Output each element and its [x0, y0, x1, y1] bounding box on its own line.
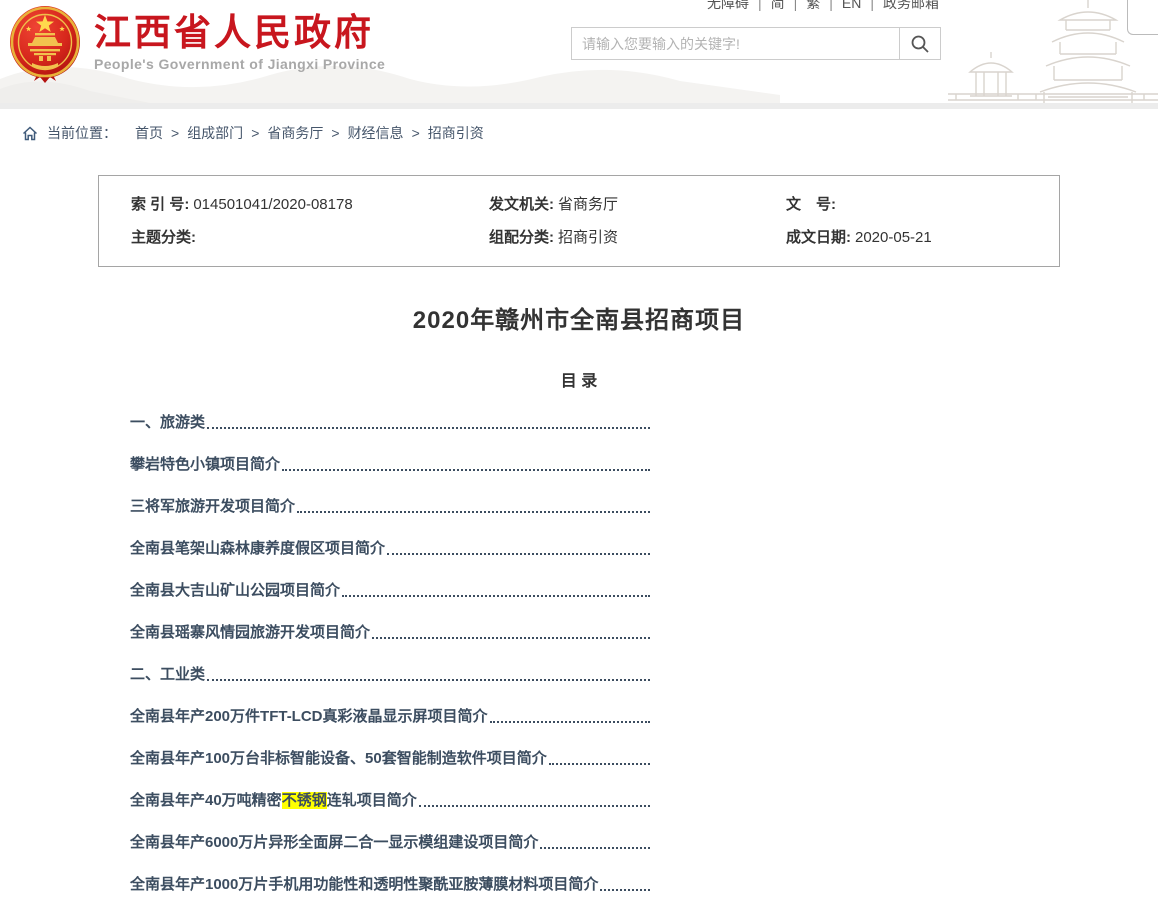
toc-item: 全南县年产1000万片手机用功能性和透明性聚酰亚胺薄膜材料项目简介	[130, 876, 652, 893]
top-link-simplified[interactable]: 简	[771, 0, 785, 13]
meta-field-issuing-agency: 发文机关:省商务厅	[489, 196, 786, 213]
national-emblem-icon	[8, 5, 82, 83]
meta-field-doc-number: 文 号:	[786, 196, 1059, 213]
toc-list: 一、旅游类攀岩特色小镇项目简介三将军旅游开发项目简介全南县笔架山森林康养度假区项…	[130, 414, 652, 893]
document-content: 索 引 号:014501041/2020-08178 发文机关:省商务厅 文 号…	[98, 175, 1060, 893]
toc-dot-leader	[372, 637, 650, 639]
toc-item-text: 全南县年产40万吨精密不锈钢连轧项目简介	[130, 792, 417, 809]
toc-item-text: 全南县年产200万件TFT-LCD真彩液晶显示屏项目简介	[130, 708, 488, 725]
toc-item-text: 攀岩特色小镇项目简介	[130, 456, 280, 473]
toc-dot-leader	[549, 763, 650, 765]
breadcrumb: 当前位置： 首页 组成部门 省商务厅 财经信息 招商引资	[0, 109, 1158, 142]
search-button[interactable]	[899, 28, 940, 59]
site-header: 江西省人民政府 People's Government of Jiangxi P…	[0, 0, 1158, 103]
toc-item-text: 全南县瑶寨风情园旅游开发项目简介	[130, 624, 370, 641]
toc-item: 全南县年产100万台非标智能设备、50套智能制造软件项目简介	[130, 750, 652, 767]
toc-item: 全南县大吉山矿山公园项目简介	[130, 582, 652, 599]
toc-item: 一、旅游类	[130, 414, 652, 431]
breadcrumb-finance-info[interactable]: 财经信息	[348, 125, 404, 141]
meta-field-group-category: 组配分类:招商引资	[489, 229, 786, 246]
top-link-gov-mail[interactable]: 政务邮箱	[883, 0, 939, 13]
meta-field-issue-date: 成文日期:2020-05-21	[786, 229, 1059, 246]
breadcrumb-home[interactable]: 首页	[135, 125, 163, 141]
home-icon	[22, 126, 38, 141]
top-links: 无障碍 简 繁 EN 政务邮箱	[707, 0, 939, 13]
toc-dot-leader	[387, 553, 650, 555]
breadcrumb-investment[interactable]: 招商引资	[428, 125, 484, 141]
toc-item: 全南县笔架山森林康养度假区项目简介	[130, 540, 652, 557]
meta-field-topic-category: 主题分类:	[131, 229, 489, 246]
corner-popup-fragment	[1127, 0, 1158, 35]
toc-item-text: 全南县笔架山森林康养度假区项目简介	[130, 540, 385, 557]
toc-item-text: 全南县大吉山矿山公园项目简介	[130, 582, 340, 599]
toc-dot-leader	[540, 847, 650, 849]
breadcrumb-label: 当前位置：	[47, 123, 117, 143]
toc-item: 全南县年产200万件TFT-LCD真彩液晶显示屏项目简介	[130, 708, 652, 725]
toc-item-text: 全南县年产1000万片手机用功能性和透明性聚酰亚胺薄膜材料项目简介	[130, 876, 598, 893]
site-subtitle: People's Government of Jiangxi Province	[94, 56, 385, 72]
meta-field-index-number: 索 引 号:014501041/2020-08178	[131, 196, 489, 213]
toc-item: 全南县瑶寨风情园旅游开发项目简介	[130, 624, 652, 641]
site-title: 江西省人民政府	[94, 13, 385, 53]
breadcrumb-commerce-dept[interactable]: 省商务厅	[267, 125, 323, 141]
toc-item-text: 全南县年产100万台非标智能设备、50套智能制造软件项目简介	[130, 750, 547, 767]
toc-item-text: 三将军旅游开发项目简介	[130, 498, 295, 515]
toc-item-text: 全南县年产6000万片异形全面屏二合一显示模组建设项目简介	[130, 834, 538, 851]
toc-dot-leader	[207, 679, 650, 681]
top-link-accessibility[interactable]: 无障碍	[707, 0, 749, 13]
brand-text: 江西省人民政府 People's Government of Jiangxi P…	[94, 5, 385, 72]
toc-item: 攀岩特色小镇项目简介	[130, 456, 652, 473]
breadcrumb-departments[interactable]: 组成部门	[187, 125, 243, 141]
toc-item-text: 二、工业类	[130, 666, 205, 683]
top-link-traditional[interactable]: 繁	[806, 0, 820, 13]
search-highlight: 不锈钢	[282, 792, 327, 809]
search-icon	[910, 34, 930, 54]
toc-item: 全南县年产40万吨精密不锈钢连轧项目简介	[130, 792, 652, 809]
document-meta-box: 索 引 号:014501041/2020-08178 发文机关:省商务厅 文 号…	[98, 175, 1060, 267]
toc-dot-leader	[600, 889, 650, 891]
toc-heading: 目 录	[98, 373, 1060, 391]
toc-item: 全南县年产6000万片异形全面屏二合一显示模组建设项目简介	[130, 834, 652, 851]
toc-dot-leader	[419, 805, 650, 807]
toc-dot-leader	[207, 427, 650, 429]
toc-item-text: 一、旅游类	[130, 414, 205, 431]
toc-dot-leader	[282, 469, 650, 471]
toc-dot-leader	[342, 595, 650, 597]
search-bar	[571, 27, 941, 60]
page-title: 2020年赣州市全南县招商项目	[98, 307, 1060, 335]
toc-item: 三将军旅游开发项目简介	[130, 498, 652, 515]
toc-dot-leader	[297, 511, 650, 513]
toc-dot-leader	[490, 721, 650, 723]
search-input[interactable]	[572, 28, 899, 59]
top-link-english[interactable]: EN	[842, 0, 861, 11]
toc-item: 二、工业类	[130, 666, 652, 683]
site-logo[interactable]: 江西省人民政府 People's Government of Jiangxi P…	[8, 5, 385, 83]
